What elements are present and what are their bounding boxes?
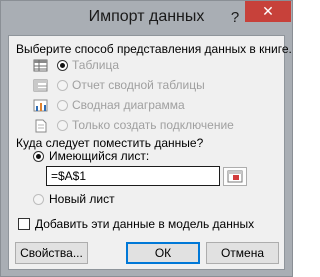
option-pivot-table-label: Отчет сводной таблицы [72,78,205,92]
data-model-checkbox[interactable] [18,218,30,230]
location-section-heading: Куда следует поместить данные? [16,136,204,150]
pivot-table-icon [33,79,48,92]
table-icon [33,59,48,72]
collapse-dialog-button[interactable] [223,167,247,186]
title-bar[interactable]: Импорт данных ? ✕ [1,1,292,35]
dialog-body: Выберите способ представления данных в к… [8,35,292,270]
pivot-chart-icon [33,99,48,112]
data-model-label: Добавить эти данные в модель данных [35,217,255,231]
close-icon: ✕ [262,3,274,19]
range-selector-icon [227,170,243,183]
radio-pivot-table[interactable] [57,80,68,91]
radio-pivot-chart[interactable] [57,100,68,111]
range-input[interactable]: =$A$1 [46,166,220,186]
view-section-heading: Выберите способ представления данных в к… [16,42,292,56]
close-button[interactable]: ✕ [245,1,291,22]
import-data-dialog: Импорт данных ? ✕ Выберите способ предст… [0,0,293,277]
connection-icon [35,119,47,133]
properties-button[interactable]: Свойства... [15,242,88,264]
option-connection-only-label: Только создать подключение [72,118,234,132]
ok-button[interactable]: ОК [126,242,200,264]
option-table-label: Таблица [72,58,120,72]
existing-sheet-label: Имеющийся лист: [49,149,150,163]
option-pivot-chart-label: Сводная диаграмма [72,98,185,112]
radio-connection-only[interactable] [57,120,68,131]
radio-new-sheet[interactable] [33,194,44,205]
new-sheet-label: Новый лист [49,192,115,206]
help-button[interactable]: ? [226,9,244,27]
radio-table[interactable] [57,60,68,71]
cancel-button[interactable]: Отмена [206,242,279,264]
radio-existing-sheet[interactable] [33,151,44,162]
